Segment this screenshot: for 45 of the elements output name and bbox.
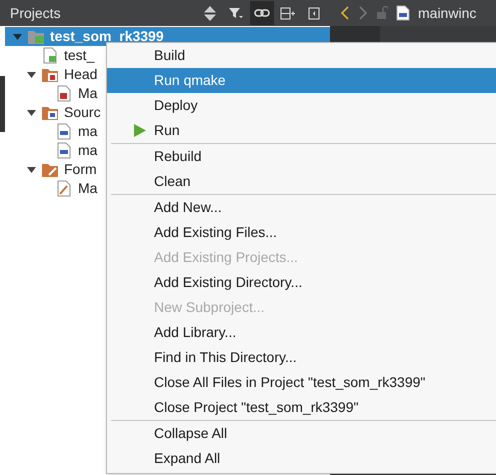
menu-item[interactable]: Find in This Directory...	[107, 345, 496, 370]
tree-item[interactable]: Head	[64, 64, 98, 85]
menu-item[interactable]: Run	[107, 118, 496, 143]
form-file-icon	[55, 180, 73, 197]
source-folder-icon	[41, 104, 59, 121]
project-file-icon	[41, 47, 59, 64]
header-file-icon	[55, 85, 73, 102]
sort-arrows-icon	[202, 6, 218, 20]
tree-item[interactable]: Ma	[78, 178, 98, 199]
expanded-arrow-icon[interactable]	[26, 166, 36, 172]
menu-item[interactable]: Add Library...	[107, 320, 496, 345]
menu-item[interactable]: Add Existing Files...	[107, 220, 496, 245]
menu-item[interactable]: Rebuild	[107, 144, 496, 169]
source-file-icon	[55, 123, 73, 140]
filter-icon	[228, 6, 244, 20]
file-icon	[396, 5, 410, 21]
menu-item[interactable]: Run qmake	[107, 68, 496, 93]
link-button[interactable]	[250, 1, 274, 25]
menu-item[interactable]: Close Project "test_som_rk3399"	[107, 395, 496, 420]
tree-item[interactable]: Ma	[78, 83, 98, 104]
close-panel-icon	[306, 6, 322, 20]
back-icon[interactable]	[340, 6, 350, 20]
header-folder-icon	[41, 66, 59, 83]
menu-item[interactable]: Add Existing Directory...	[107, 270, 496, 295]
expanded-arrow-icon[interactable]	[12, 34, 22, 40]
menu-item[interactable]: Close All Files in Project "test_som_rk3399"	[107, 370, 496, 395]
tree-item[interactable]: Sourc	[64, 102, 101, 123]
source-file-icon	[55, 142, 73, 159]
menu-item[interactable]: Collapse All	[107, 421, 496, 446]
form-folder-icon	[41, 161, 59, 178]
play-icon	[134, 124, 146, 137]
tree-item[interactable]: test_	[64, 45, 94, 66]
menu-item[interactable]: Deploy	[107, 93, 496, 118]
menu-item[interactable]: Add New...	[107, 195, 496, 220]
split-add-icon	[280, 6, 296, 20]
tree-item[interactable]: ma	[78, 140, 98, 161]
tree-item[interactable]: ma	[78, 121, 98, 142]
menu-item[interactable]: Clean	[107, 169, 496, 194]
expanded-arrow-icon[interactable]	[26, 72, 36, 78]
pane-title: Projects	[10, 4, 62, 23]
tree-item[interactable]: Form	[64, 159, 97, 180]
expanded-arrow-icon[interactable]	[26, 110, 36, 116]
project-folder-icon	[27, 28, 45, 45]
menu-item[interactable]: Build	[107, 43, 496, 68]
menu-item[interactable]: Expand All	[107, 446, 496, 471]
